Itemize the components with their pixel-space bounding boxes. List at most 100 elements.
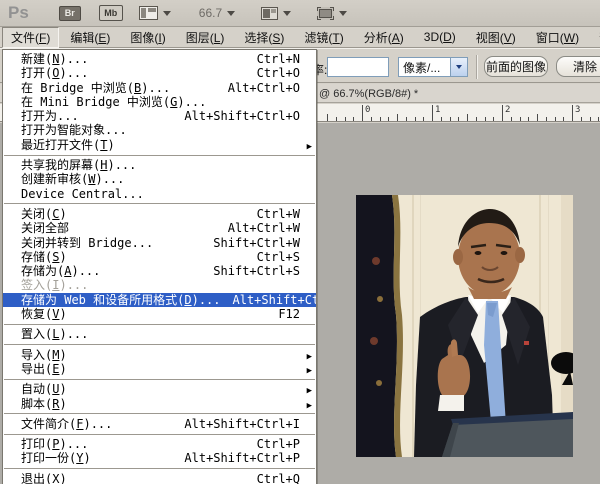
menu-item-shortcut: Alt+Ctrl+O <box>227 80 300 95</box>
menu-item[interactable]: 在 Mini Bridge 中浏览(G)... <box>3 95 316 109</box>
ruler-tick <box>327 114 328 121</box>
ruler-tick <box>397 114 398 121</box>
ruler-tick <box>545 117 547 121</box>
menu-item[interactable]: Device Central... <box>3 187 316 201</box>
menu-item[interactable]: 自动(U) ▶ <box>3 382 316 396</box>
ruler-tick <box>519 117 521 121</box>
menu-item[interactable]: 关闭并转到 Bridge... Shift+Ctrl+W <box>3 236 316 250</box>
clear-button[interactable]: 清除 <box>556 56 600 77</box>
menu-item-shortcut: Shift+Ctrl+S <box>213 264 300 279</box>
ruler-tick <box>458 117 460 121</box>
menubar-item[interactable]: 窗口(W) <box>527 27 588 48</box>
view-extras-dropdown[interactable] <box>138 6 171 20</box>
menu-item-shortcut: Ctrl+P <box>256 437 300 452</box>
menu-item-shortcut: Ctrl+Q <box>256 471 300 484</box>
arrange-documents-dropdown[interactable] <box>261 6 292 20</box>
menu-item[interactable]: 关闭全部 Alt+Ctrl+W <box>3 221 316 235</box>
menubar-item[interactable]: 图层(L) <box>177 27 234 48</box>
resolution-input[interactable] <box>327 57 389 77</box>
ruler-tick <box>370 117 372 121</box>
menubar-item[interactable]: 文件(F) <box>2 26 60 48</box>
menu-item[interactable]: 打开为... Alt+Shift+Ctrl+O <box>3 109 316 123</box>
menu-item-shortcut: Alt+Shift+Ctrl+P <box>184 451 300 466</box>
arrange-documents-icon <box>261 6 279 20</box>
menu-item-label: 最近打开文件(T) <box>21 137 115 152</box>
menu-item-label: 打印一份(Y) <box>21 451 91 466</box>
menu-item[interactable]: 退出(X) Ctrl+Q <box>3 472 316 484</box>
menu-item[interactable]: 打开为智能对象... <box>3 123 316 137</box>
menu-item-label: 关闭(C) <box>21 206 67 221</box>
menu-item-shortcut: Alt+Ctrl+W <box>227 221 300 236</box>
menu-item-shortcut: F12 <box>278 307 300 322</box>
ruler-tick <box>353 117 355 121</box>
zoom-level-value: 66.7 <box>198 6 223 20</box>
menu-item-label: 导入(M) <box>21 347 67 362</box>
ruler-unit-label: 1 <box>435 105 441 115</box>
application-bar: Ps Br Mb 66.7 <box>0 0 600 27</box>
menu-item[interactable]: 在 Bridge 中浏览(B)... Alt+Ctrl+O <box>3 81 316 95</box>
menu-item[interactable]: 存储(S) Ctrl+S <box>3 250 316 264</box>
menubar-item[interactable]: 帮助(H) <box>590 27 600 48</box>
screen-mode-dropdown[interactable] <box>317 6 348 20</box>
submenu-arrow-icon: ▶ <box>306 400 312 411</box>
ruler-tick <box>423 117 425 121</box>
menu-item[interactable]: 打开(O)... Ctrl+O <box>3 66 316 80</box>
menubar-item[interactable]: 编辑(E) <box>61 27 119 48</box>
menubar-item[interactable]: 3D(D) <box>415 28 465 46</box>
ruler-major-tick <box>432 105 433 121</box>
menu-item[interactable]: 创建新审核(W)... <box>3 172 316 186</box>
ruler-unit-label: 2 <box>505 105 511 115</box>
menu-item-label: 创建新审核(W)... <box>21 172 125 187</box>
launch-mini-bridge-button[interactable]: Mb <box>98 5 123 21</box>
menu-item-shortcut: Alt+Shift+Ctrl+I <box>184 416 300 431</box>
menu-item: 签入(I)... <box>3 278 316 292</box>
menubar-item[interactable]: 视图(V) <box>467 27 525 48</box>
menu-item[interactable]: 导出(E) ▶ <box>3 362 316 376</box>
menu-item[interactable]: 置入(L)... <box>3 327 316 341</box>
menu-item-label: 恢复(V) <box>21 307 67 322</box>
menu-item[interactable]: 打印一份(Y) Alt+Shift+Ctrl+P <box>3 451 316 465</box>
menu-item-label: 共享我的屏幕(H)... <box>21 158 137 173</box>
select-arrow-button[interactable] <box>450 58 467 76</box>
document-image <box>356 195 573 457</box>
ruler-major-tick <box>502 105 503 121</box>
menu-item[interactable]: 关闭(C) Ctrl+W <box>3 207 316 221</box>
ruler-unit-label: 3 <box>575 105 581 115</box>
menu-item[interactable]: 文件简介(F)... Alt+Shift+Ctrl+I <box>3 417 316 431</box>
menu-item[interactable]: 导入(M) ▶ <box>3 348 316 362</box>
menu-item[interactable]: 新建(N)... Ctrl+N <box>3 52 316 66</box>
menu-bar: 文件(F) 编辑(E) 图像(I) 图层(L) 选择(S) 滤镜(T) 分析(A) 3D(D)… <box>0 26 600 48</box>
menu-item-shortcut: Ctrl+S <box>256 249 300 264</box>
menu-item-label: 脚本(R) <box>21 396 67 411</box>
menu-separator <box>4 323 315 325</box>
menubar-item[interactable]: 滤镜(T) <box>295 27 352 48</box>
screen-mode-icon <box>317 6 335 20</box>
menubar-item[interactable]: 图像(I) <box>121 27 174 48</box>
ruler-tick <box>440 117 442 121</box>
resolution-unit-select[interactable]: 像素/... <box>398 57 468 77</box>
menu-item-label: 自动(U) <box>21 382 67 397</box>
menu-separator <box>4 413 315 415</box>
launch-bridge-button[interactable]: Br <box>58 5 81 21</box>
front-image-button[interactable]: 前面的图像 <box>484 56 548 77</box>
menu-item-shortcut: Alt+Shift+Ctrl+S <box>232 292 317 307</box>
menu-item[interactable]: 存储为 Web 和设备所用格式(D)... Alt+Shift+Ctrl+S <box>3 292 317 308</box>
ruler-tick <box>379 117 381 121</box>
resolution-unit-value: 像素/... <box>403 60 441 75</box>
menu-item[interactable]: 脚本(R) ▶ <box>3 397 316 411</box>
menu-item[interactable]: 恢复(V) F12 <box>3 307 316 321</box>
photoshop-window: Ps Br Mb 66.7 文件(F) 编辑(E) 图像(I) 图层(L) 选择(S) 滤… <box>0 0 600 484</box>
menu-item-label: 打开(O)... <box>21 66 89 81</box>
menu-item[interactable]: 最近打开文件(T) ▶ <box>3 138 316 152</box>
ruler-major-tick <box>362 105 363 121</box>
zoom-level-dropdown[interactable]: 66.7 <box>198 6 236 20</box>
menu-item[interactable]: 存储为(A)... Shift+Ctrl+S <box>3 264 316 278</box>
chevron-down-icon <box>456 65 462 69</box>
menubar-item[interactable]: 分析(A) <box>355 27 413 48</box>
menu-item[interactable]: 共享我的屏幕(H)... <box>3 158 316 172</box>
menu-item[interactable]: 打印(P)... Ctrl+P <box>3 437 316 451</box>
chevron-down-icon <box>162 10 171 16</box>
menubar-item[interactable]: 选择(S) <box>235 27 293 48</box>
menu-separator <box>4 433 315 435</box>
menu-item-label: 关闭并转到 Bridge... <box>21 235 154 250</box>
